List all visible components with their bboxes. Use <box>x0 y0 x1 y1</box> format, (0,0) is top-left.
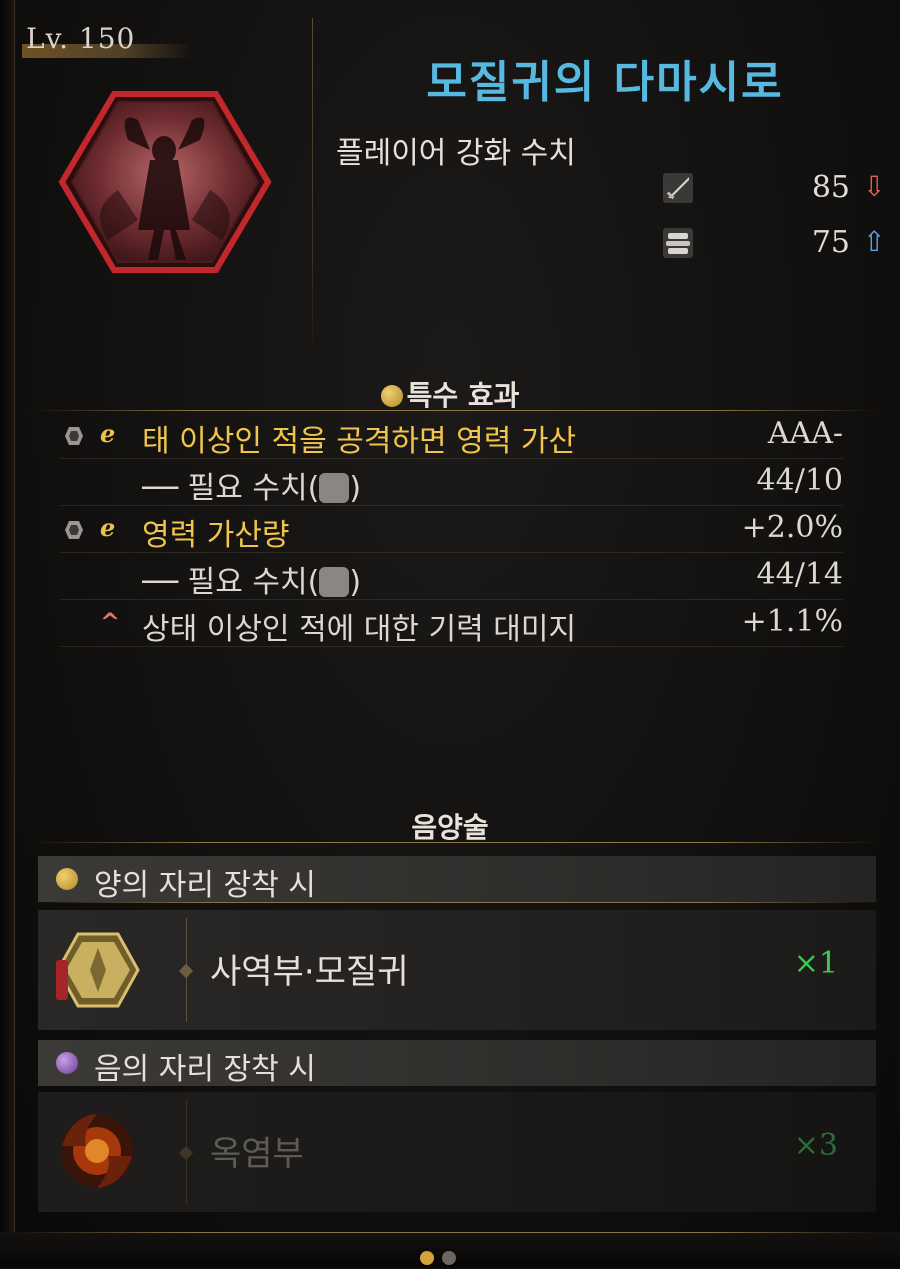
effect-text: 상태 이상인 적에 대한 기력 대미지 <box>142 612 577 647</box>
effect-value: +2.0% <box>741 510 843 545</box>
yinyang-icon <box>380 385 403 407</box>
yang-icon <box>56 868 78 890</box>
fire-talisman-icon <box>61 1114 133 1188</box>
header-divider <box>312 18 313 358</box>
effect-text: 태 이상인 적을 공격하면 영력 가산 <box>142 424 577 459</box>
level-label: Lv. 150 <box>26 22 136 55</box>
yin-item-row[interactable]: 옥염부 ×3 <box>38 1092 876 1212</box>
effect-row: ℯ 영력 가산량 +2.0% <box>60 508 843 553</box>
item-count: ×1 <box>793 946 838 981</box>
chevron-up-icon: ^ <box>100 608 121 636</box>
effect-marker-icon: ℯ <box>100 420 116 448</box>
hex-bullet-icon <box>65 521 83 539</box>
stat-row-defense: 75 ⇧ <box>660 225 890 261</box>
item-tooltip-panel: Lv. 150 모질귀의 다마시로 플레이어 강화 수치 85 ⇩ 75 ⇧ 특… <box>0 0 900 1267</box>
stat-value: 85 <box>811 170 850 205</box>
item-divider-ornament <box>178 1145 194 1161</box>
yang-slot-header: 양의 자리 장착 시 <box>38 856 876 903</box>
yin-icon <box>56 1052 78 1074</box>
talisman-icon <box>319 567 350 597</box>
onmyo-heading: 음양술 <box>411 811 489 844</box>
stat-row-attack: 85 ⇩ <box>660 170 890 206</box>
requirement-row: ── 필요 수치() 44/14 <box>60 555 843 600</box>
effect-value: AAA- <box>767 416 843 451</box>
yin-slot-header: 음의 자리 장착 시 <box>38 1040 876 1087</box>
divider <box>30 410 880 411</box>
effect-marker-icon: ℯ <box>100 514 116 542</box>
effect-row: ^ 상태 이상인 적에 대한 기력 대미지 +1.1% <box>60 602 843 647</box>
item-title: 모질귀의 다마시로 <box>426 57 784 108</box>
spirit-emblem-icon <box>58 91 272 273</box>
requirement-text: ── 필요 수치() <box>142 565 362 600</box>
arrow-up-icon: ⇧ <box>862 225 886 258</box>
requirement-value: 44/10 <box>756 463 843 498</box>
talisman-icon <box>319 473 350 503</box>
left-frame <box>0 0 15 1267</box>
divider <box>30 842 880 843</box>
item-name: 옥염부 <box>210 1134 304 1174</box>
requirement-text: ── 필요 수치() <box>142 471 362 506</box>
effect-value: +1.1% <box>741 604 843 639</box>
divider <box>38 902 876 903</box>
hex-bullet-icon <box>65 427 83 445</box>
arrow-down-icon: ⇩ <box>862 170 886 203</box>
requirement-row: ── 필요 수치() 44/10 <box>60 461 843 506</box>
page-dot-active[interactable] <box>420 1251 434 1265</box>
yang-item-row[interactable]: 사역부·모질귀 ×1 <box>38 910 876 1030</box>
special-effects-heading: 특수 효과 <box>0 374 900 414</box>
effect-row: ℯ 태 이상인 적을 공격하면 영력 가산 AAA- <box>60 414 843 459</box>
armor-icon <box>663 228 693 258</box>
divider <box>20 1232 880 1233</box>
stats-subtitle: 플레이어 강화 수치 <box>336 136 576 171</box>
item-count: ×3 <box>793 1128 838 1163</box>
page-dot[interactable] <box>442 1251 456 1265</box>
item-divider-ornament <box>178 963 194 979</box>
item-name: 사역부·모질귀 <box>210 952 409 992</box>
sword-icon <box>663 173 693 203</box>
talisman-card-icon <box>56 932 140 1008</box>
effect-text: 영력 가산량 <box>142 518 290 553</box>
page-indicator <box>420 1250 480 1266</box>
requirement-value: 44/14 <box>756 557 843 592</box>
stat-value: 75 <box>811 225 850 260</box>
